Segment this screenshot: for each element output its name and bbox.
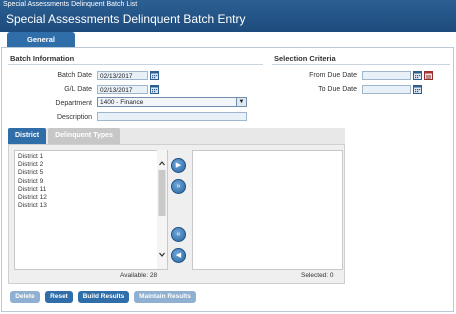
reset-button[interactable]: Reset: [45, 291, 73, 303]
to-due-date-field[interactable]: [362, 85, 411, 94]
breadcrumb[interactable]: Special Assessments Delinquent Batch Lis…: [3, 1, 137, 8]
gl-date-label: G/L Date: [64, 86, 92, 93]
batch-info-divider: [8, 64, 263, 65]
build-results-button[interactable]: Build Results: [78, 291, 129, 303]
batch-date-field[interactable]: 02/13/2017: [97, 71, 148, 80]
list-item[interactable]: District 2: [15, 161, 167, 169]
list-item[interactable]: District 1: [15, 153, 167, 161]
to-due-date-label: To Due Date: [318, 86, 357, 93]
chevron-down-icon[interactable]: ▼: [236, 98, 246, 106]
from-due-date-label: From Due Date: [309, 72, 357, 79]
tab-delinquent-types[interactable]: Delinquent Types: [48, 128, 120, 144]
date-range-icon[interactable]: [424, 71, 433, 80]
delete-button[interactable]: Delete: [10, 291, 40, 303]
list-item[interactable]: District 11: [15, 186, 167, 194]
available-scrollbar[interactable]: [157, 150, 167, 269]
tab-general[interactable]: General: [7, 32, 75, 47]
description-field[interactable]: [97, 112, 247, 121]
calendar-icon[interactable]: [413, 71, 422, 80]
available-list[interactable]: District 1 District 2 District 5 Distric…: [14, 150, 168, 270]
tab-district[interactable]: District: [8, 128, 46, 144]
list-item[interactable]: District 13: [15, 202, 167, 210]
selection-criteria-heading: Selection Criteria: [274, 54, 336, 63]
selected-count: Selected: 0: [301, 272, 334, 279]
chevron-left-icon[interactable]: ◀: [171, 248, 186, 263]
selection-divider: [272, 64, 450, 65]
available-count: Available: 28: [120, 272, 158, 279]
batch-info-heading: Batch Information: [10, 54, 75, 63]
description-label: Description: [56, 114, 92, 121]
batch-date-label: Batch Date: [57, 72, 92, 79]
selected-list[interactable]: [192, 150, 343, 270]
gl-date-field[interactable]: 02/13/2017: [97, 85, 148, 94]
header-bar: Special Assessments Delinquent Batch Lis…: [0, 0, 456, 32]
department-select[interactable]: 1400 - Finance ▼: [97, 97, 247, 107]
maintain-results-button[interactable]: Maintain Results: [134, 291, 196, 303]
department-label: Department: [55, 100, 92, 107]
department-value: 1400 - Finance: [100, 99, 144, 106]
double-chevron-right-icon[interactable]: »: [171, 179, 186, 194]
calendar-icon[interactable]: [150, 71, 159, 80]
calendar-icon[interactable]: [413, 85, 422, 94]
page-title: Special Assessments Delinquent Batch Ent…: [6, 12, 246, 26]
chevron-right-icon[interactable]: ▶: [171, 158, 186, 173]
list-item[interactable]: District 12: [15, 194, 167, 202]
list-item[interactable]: District 5: [15, 169, 167, 177]
from-due-date-field[interactable]: [362, 71, 411, 80]
calendar-icon[interactable]: [150, 85, 159, 94]
double-chevron-left-icon[interactable]: «: [171, 227, 186, 242]
list-item[interactable]: District 9: [15, 178, 167, 186]
